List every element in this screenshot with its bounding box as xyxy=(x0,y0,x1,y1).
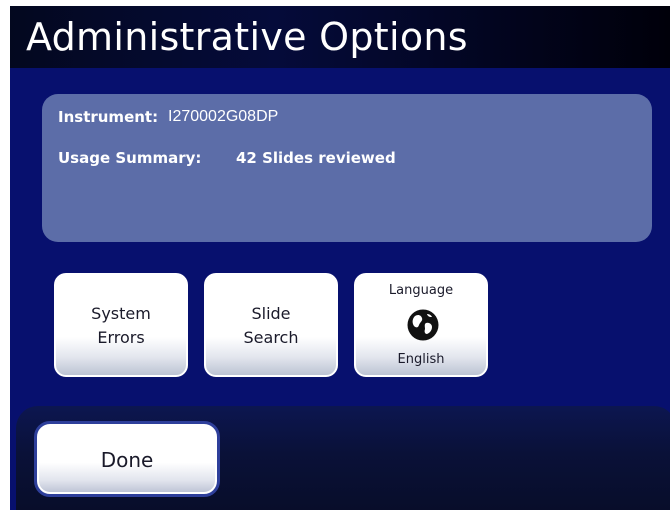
page-title: Administrative Options xyxy=(26,15,468,59)
globe-icon xyxy=(407,309,439,341)
slide-search-button[interactable]: Slide Search xyxy=(204,273,338,377)
instrument-value: I270002G08DP xyxy=(168,108,279,125)
language-value: English xyxy=(397,352,445,367)
system-errors-label-line2: Errors xyxy=(97,328,145,347)
language-button[interactable]: Language English xyxy=(354,273,488,377)
system-errors-label-line1: System xyxy=(91,304,151,323)
usage-summary-value: 42 Slides reviewed xyxy=(236,149,396,167)
admin-options-screen: Administrative Options Instrument: I2700… xyxy=(10,6,670,510)
system-errors-button[interactable]: System Errors xyxy=(54,273,188,377)
instrument-label: Instrument: xyxy=(58,108,159,126)
title-bar: Administrative Options xyxy=(10,6,670,68)
slide-search-label-line1: Slide xyxy=(251,304,291,323)
done-button[interactable]: Done xyxy=(34,421,220,497)
instrument-info-panel: Instrument: I270002G08DP Usage Summary: … xyxy=(42,94,652,242)
done-label: Done xyxy=(100,448,154,472)
usage-summary-label: Usage Summary: xyxy=(58,149,202,167)
language-title: Language xyxy=(388,283,454,298)
slide-search-label-line2: Search xyxy=(243,328,299,347)
